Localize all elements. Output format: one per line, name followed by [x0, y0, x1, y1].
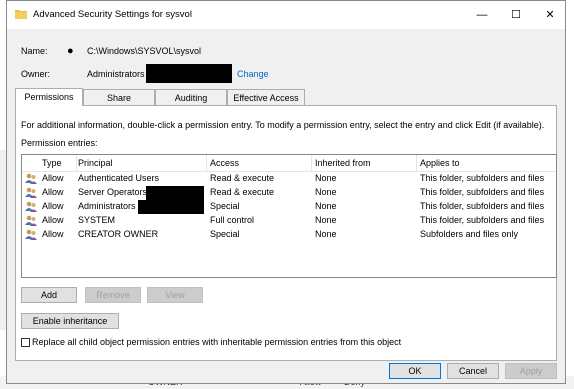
cell-inherited: None: [315, 173, 337, 183]
enable-inheritance-button[interactable]: Enable inheritance: [21, 313, 119, 329]
cell-access: Read & execute: [210, 187, 275, 197]
advanced-security-dialog: Advanced Security Settings for sysvol — …: [6, 0, 566, 384]
column-divider[interactable]: [311, 155, 312, 171]
cell-principal: SYSTEM: [78, 215, 116, 225]
cell-access: Read & execute: [210, 173, 275, 183]
users-icon: [25, 187, 37, 198]
cell-applies: Subfolders and files only: [420, 229, 519, 239]
table-row[interactable]: Allow Authenticated Users Read & execute…: [22, 172, 556, 186]
cell-applies: This folder, subfolders and files: [420, 201, 545, 211]
column-type[interactable]: Type: [42, 158, 62, 168]
maximize-button[interactable]: ☐: [499, 1, 533, 29]
apply-button[interactable]: Apply: [505, 363, 557, 379]
cancel-button[interactable]: Cancel: [447, 363, 499, 379]
view-button[interactable]: View: [147, 287, 203, 303]
permission-entries-list[interactable]: Type Principal Access Inherited from App…: [21, 154, 557, 278]
permission-entries-label: Permission entries:: [21, 138, 98, 148]
cell-applies: This folder, subfolders and files: [420, 187, 545, 197]
cell-principal: Administrators: [78, 201, 136, 211]
cell-inherited: None: [315, 187, 337, 197]
table-row[interactable]: Allow SYSTEM Full control None This fold…: [22, 214, 556, 228]
tab-effective-access[interactable]: Effective Access: [227, 89, 305, 105]
replace-child-permissions-checkbox[interactable]: [21, 338, 30, 347]
column-divider[interactable]: [416, 155, 417, 171]
users-icon: [25, 173, 37, 184]
column-principal[interactable]: Principal: [78, 158, 113, 168]
tab-share[interactable]: Share: [83, 89, 155, 105]
list-header: Type Principal Access Inherited from App…: [22, 155, 556, 172]
redaction-box: [146, 186, 204, 200]
cell-access: Special: [210, 229, 240, 239]
info-text: For additional information, double-click…: [21, 120, 545, 130]
title-bar: Advanced Security Settings for sysvol — …: [7, 1, 565, 29]
cell-inherited: None: [315, 229, 337, 239]
cell-type: Allow: [42, 173, 64, 183]
owner-label: Owner:: [21, 69, 51, 79]
cell-applies: This folder, subfolders and files: [420, 173, 545, 183]
cell-inherited: None: [315, 201, 337, 211]
column-applies-to[interactable]: Applies to: [420, 158, 460, 168]
window-title: Advanced Security Settings for sysvol: [33, 9, 192, 20]
cell-principal: CREATOR OWNER: [78, 229, 159, 239]
users-icon: [25, 229, 37, 240]
cell-type: Allow: [42, 229, 64, 239]
cell-principal: Server Operators: [78, 187, 148, 197]
owner-value: Administrators: [87, 69, 145, 79]
users-icon: [25, 201, 37, 212]
cell-inherited: None: [315, 215, 337, 225]
close-button[interactable]: ✕: [533, 1, 567, 29]
column-access[interactable]: Access: [210, 158, 239, 168]
cell-access: Special: [210, 201, 240, 211]
cell-type: Allow: [42, 215, 64, 225]
remove-button[interactable]: Remove: [85, 287, 141, 303]
tab-auditing[interactable]: Auditing: [155, 89, 227, 105]
redaction-box: [138, 200, 204, 214]
cell-type: Allow: [42, 187, 64, 197]
cell-applies: This folder, subfolders and files: [420, 215, 545, 225]
object-dot-icon: ●: [67, 45, 74, 57]
minimize-button[interactable]: —: [465, 1, 499, 29]
ok-button[interactable]: OK: [389, 363, 441, 379]
object-path: C:\Windows\SYSVOL\sysvol: [87, 46, 202, 56]
column-inherited-from[interactable]: Inherited from: [315, 158, 371, 168]
add-button[interactable]: Add: [21, 287, 77, 303]
cell-principal: Authenticated Users: [78, 173, 160, 183]
redaction-box: [146, 64, 232, 83]
name-label: Name:: [21, 46, 48, 56]
tab-permissions[interactable]: Permissions: [15, 88, 83, 106]
table-row[interactable]: Allow CREATOR OWNER Special None Subfold…: [22, 228, 556, 242]
cell-type: Allow: [42, 201, 64, 211]
users-icon: [25, 215, 37, 226]
folder-icon: [15, 10, 27, 19]
change-owner-link[interactable]: Change: [237, 69, 269, 79]
column-divider[interactable]: [76, 155, 77, 171]
replace-child-permissions-label: Replace all child object permission entr…: [32, 337, 402, 347]
table-row[interactable]: Allow Administrators Special None This f…: [22, 200, 556, 214]
table-row[interactable]: Allow Server Operators Read & execute No…: [22, 186, 556, 200]
column-divider[interactable]: [206, 155, 207, 171]
cell-access: Full control: [210, 215, 255, 225]
